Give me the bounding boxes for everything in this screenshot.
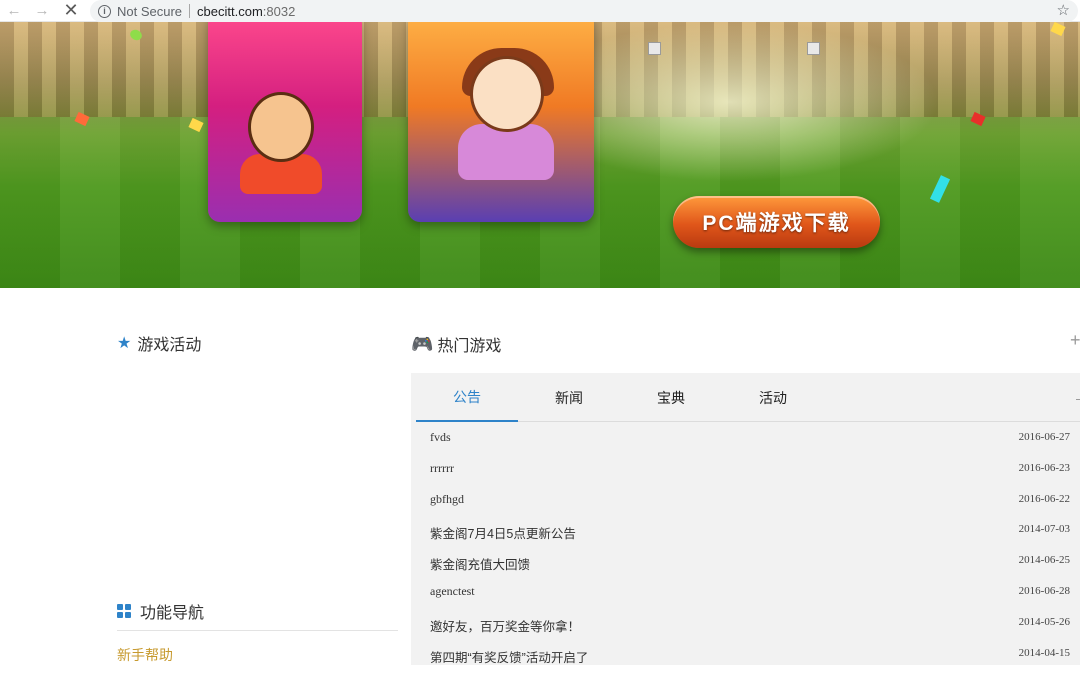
bookmark-star-icon[interactable]: ☆ [1057,1,1070,19]
url-host: cbecitt.com [197,3,263,19]
game-activity-heading: ★ 游戏活动 [117,331,201,355]
tab-events[interactable]: 活动 [722,373,824,422]
news-item[interactable]: 邀好友，百万奖金等你拿！ 2014-05-26 [411,607,1080,638]
news-item-date: 2014-05-26 [1018,615,1070,628]
forward-arrow-icon[interactable]: → [32,1,52,21]
news-item[interactable]: agenctest 2016-06-28 [411,576,1080,607]
plus-icon[interactable]: + [1070,330,1080,351]
grid-icon [117,604,131,618]
gamepad-icon: 🎮 [411,333,434,354]
news-item-date: 2014-07-03 [1018,523,1070,536]
stop-loading-icon[interactable]: ✕ [61,0,81,21]
beginner-help-link[interactable]: 新手帮助 [117,645,173,665]
news-item-title[interactable]: fvds [430,430,451,445]
news-item[interactable]: gbfhgd 2016-06-22 [411,484,1080,515]
broken-image-icon [807,42,820,55]
news-item-date: 2014-06-25 [1018,554,1070,567]
hero-banner: PC端游戏下载 [0,22,1080,288]
news-item-title[interactable]: 紫金阁充值大回馈 [430,554,530,573]
tab-guide[interactable]: 宝典 [620,373,722,422]
pc-download-button[interactable]: PC端游戏下载 [673,196,880,248]
character-head [470,56,544,132]
tab-news[interactable]: 新闻 [518,373,620,422]
function-nav-title: 功能导航 [140,605,205,622]
broken-image-icon [648,42,661,55]
tab-announcement[interactable]: 公告 [416,373,518,422]
back-arrow-icon[interactable]: ← [4,1,24,21]
security-label: Not Secure [117,3,183,19]
divider [117,630,398,631]
url-port: :8032 [262,3,296,19]
hot-games-title: 热门游戏 [437,338,502,355]
news-item-title[interactable]: rrrrrr [430,461,454,476]
news-panel: 公告 新闻 宝典 活动 fvds 2016-06-27 rrrrrr 2016-… [411,373,1080,665]
news-item-date: 2016-06-23 [1018,461,1070,474]
news-item-date: 2014-04-15 [1018,646,1070,659]
news-item[interactable]: 第四期“有奖反馈”活动开启了 2014-04-15 [411,638,1080,669]
news-item[interactable]: 紫金阁7月4日5点更新公告 2014-07-03 [411,514,1080,545]
news-item-title[interactable]: 邀好友，百万奖金等你拿！ [430,616,580,635]
news-item-title[interactable]: agenctest [430,584,475,599]
address-bar[interactable]: i Not Secure cbecitt.com:8032 ☆ [90,0,1078,22]
news-list: fvds 2016-06-27 rrrrrr 2016-06-23 gbfhgd… [411,422,1080,668]
game-activity-title: 游戏活动 [137,337,202,354]
news-item[interactable]: rrrrrr 2016-06-23 [411,453,1080,484]
news-item[interactable]: fvds 2016-06-27 [411,422,1080,453]
news-item-date: 2016-06-28 [1018,584,1070,597]
news-item-title[interactable]: 第四期“有奖反馈”活动开启了 [430,647,588,666]
news-item-date: 2016-06-27 [1018,431,1070,443]
info-icon[interactable]: i [98,4,111,18]
hot-games-heading: 🎮 热门游戏 [411,332,501,356]
character-head [248,92,314,162]
browser-toolbar: ← → ✕ i Not Secure cbecitt.com:8032 ☆ [0,0,1080,22]
star-icon: ★ [117,335,132,352]
collapse-icon[interactable] [1076,399,1080,400]
news-item-date: 2016-06-22 [1018,492,1070,505]
news-tabs: 公告 新闻 宝典 活动 [416,373,1080,422]
url-text[interactable]: cbecitt.com:8032 [197,4,295,19]
address-divider [189,4,191,18]
function-nav-heading: 功能导航 [117,599,204,623]
news-item-title[interactable]: gbfhgd [430,492,464,507]
character-body [458,124,554,180]
news-item[interactable]: 紫金阁充值大回馈 2014-06-25 [411,545,1080,576]
news-item-title[interactable]: 紫金阁7月4日5点更新公告 [430,523,576,542]
